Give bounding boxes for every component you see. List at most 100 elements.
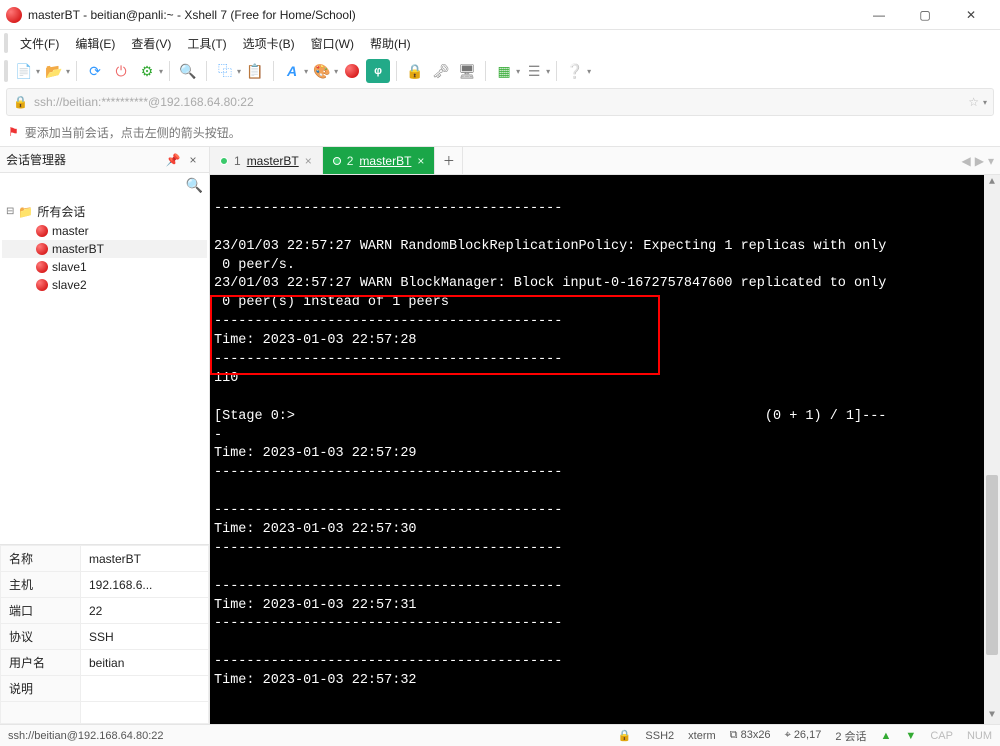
sidebar-title: 会话管理器 — [6, 151, 163, 168]
tab-2[interactable]: 2 masterBT × — [323, 147, 436, 174]
window-title: masterBT - beitian@panli:~ - Xshell 7 (F… — [28, 8, 856, 22]
collapse-icon[interactable]: ⊟ — [6, 206, 14, 217]
prop-row-user: 用户名beitian — [1, 650, 209, 676]
scrollbar-thumb[interactable] — [986, 475, 998, 655]
new-session-button[interactable]: 📄 — [12, 59, 36, 83]
separator — [76, 61, 77, 81]
menu-edit[interactable]: 编辑(E) — [67, 32, 123, 55]
session-item-slave1[interactable]: slave1 — [2, 258, 207, 276]
properties-button[interactable]: ⚙ — [135, 59, 159, 83]
nav-up-icon[interactable]: ▲ — [881, 730, 892, 742]
sidebar-close-button[interactable]: × — [183, 153, 203, 167]
chevron-down-icon[interactable]: ▾ — [304, 67, 308, 76]
tab-label: masterBT — [247, 154, 299, 168]
flag-icon: ⚑ — [8, 125, 19, 139]
status-cursor: 26,17 — [794, 729, 822, 741]
layout1-button[interactable]: ▦ — [492, 59, 516, 83]
minimize-button[interactable]: — — [856, 0, 902, 30]
bookmark-button[interactable]: ☆ — [968, 95, 979, 109]
separator — [396, 61, 397, 81]
chevron-down-icon[interactable]: ▾ — [334, 67, 338, 76]
chevron-down-icon[interactable]: ▾ — [516, 67, 520, 76]
lock-button[interactable]: 🔒 — [403, 59, 427, 83]
hosts-button[interactable]: 🖥 — [455, 59, 479, 83]
maximize-button[interactable]: ▢ — [902, 0, 948, 30]
prop-value: SSH — [81, 624, 209, 650]
disconnect-button[interactable]: ⏻ — [109, 59, 133, 83]
session-item-master[interactable]: master — [2, 222, 207, 240]
menu-window[interactable]: 窗口(W) — [303, 32, 362, 55]
menu-tab[interactable]: 选项卡(B) — [235, 32, 303, 55]
prop-key: 协议 — [1, 624, 81, 650]
tab-prev-button[interactable]: ◀ — [962, 154, 971, 168]
close-button[interactable]: ✕ — [948, 0, 994, 30]
sidebar-header: 会话管理器 📌 × — [0, 147, 209, 173]
session-icon — [36, 261, 48, 273]
session-item-slave2[interactable]: slave2 — [2, 276, 207, 294]
tab-1[interactable]: 1 masterBT × — [210, 147, 323, 174]
separator — [206, 61, 207, 81]
status-bar: ssh://beitian@192.168.64.80:22 🔒 SSH2 xt… — [0, 724, 1000, 746]
reconnect-button[interactable]: ⟳ — [83, 59, 107, 83]
grip-icon — [4, 60, 8, 82]
tab-bar: 1 masterBT × 2 masterBT × ＋ ◀ ▶ ▾ — [210, 147, 1000, 175]
nav-down-icon[interactable]: ▼ — [905, 730, 916, 742]
session-icon — [36, 243, 48, 255]
scroll-up-icon[interactable]: ▲ — [984, 175, 1000, 191]
folder-icon: 📁 — [18, 205, 33, 219]
status-dot-icon — [220, 157, 228, 165]
prop-key: 用户名 — [1, 650, 81, 676]
tab-list-button[interactable]: ▾ — [988, 154, 994, 168]
lock-icon: 🔒 — [13, 95, 28, 109]
grip-icon — [4, 33, 8, 53]
scroll-down-icon[interactable]: ▼ — [984, 708, 1000, 724]
scrollbar-vertical[interactable]: ▲ ▼ — [984, 175, 1000, 724]
chevron-down-icon[interactable]: ▾ — [237, 67, 241, 76]
keys-button[interactable]: 🗝 — [429, 59, 453, 83]
xshell-icon[interactable] — [340, 59, 364, 83]
status-term: xterm — [688, 730, 716, 742]
find-button[interactable]: 🔍 — [176, 59, 200, 83]
prop-key: 说明 — [1, 676, 81, 702]
address-input[interactable]: ssh://beitian:**********@192.168.64.80:2… — [34, 95, 962, 109]
hint-row: ⚑ 要添加当前会话，点击左侧的箭头按钮。 — [0, 118, 1000, 146]
close-icon: ✕ — [966, 8, 976, 22]
chevron-down-icon[interactable]: ▾ — [546, 67, 550, 76]
chevron-down-icon[interactable]: ▾ — [66, 67, 70, 76]
session-tree: ⊟ 📁 所有会话 master masterBT slave1 slave2 — [0, 197, 209, 544]
tab-close-button[interactable]: × — [417, 154, 424, 168]
chevron-down-icon[interactable]: ▾ — [159, 67, 163, 76]
menu-view[interactable]: 查看(V) — [123, 32, 179, 55]
color-button[interactable]: 🎨 — [310, 59, 334, 83]
new-tab-button[interactable]: ＋ — [435, 147, 463, 174]
chevron-down-icon[interactable]: ▾ — [587, 67, 591, 76]
tab-next-button[interactable]: ▶ — [975, 154, 984, 168]
search-icon[interactable]: 🔍 — [186, 177, 203, 194]
session-item-masterbt[interactable]: masterBT — [2, 240, 207, 258]
status-size: 83x26 — [741, 729, 771, 741]
sidebar: 会话管理器 📌 × 🔍 ⊟ 📁 所有会话 master masterBT — [0, 147, 210, 724]
title-bar: masterBT - beitian@panli:~ - Xshell 7 (F… — [0, 0, 1000, 30]
prop-row-name: 名称masterBT — [1, 546, 209, 572]
layout2-button[interactable]: ☰ — [522, 59, 546, 83]
cursor-icon: ⌖ — [785, 729, 794, 741]
tree-root[interactable]: ⊟ 📁 所有会话 — [2, 201, 207, 222]
menu-tools[interactable]: 工具(T) — [179, 32, 234, 55]
terminal[interactable]: ----------------------------------------… — [210, 175, 1000, 724]
session-label: slave1 — [52, 260, 87, 274]
search-row: 🔍 — [0, 173, 209, 197]
xftp-icon[interactable]: φ — [366, 59, 390, 83]
copy-button[interactable]: ⿻ — [213, 59, 237, 83]
chevron-down-icon[interactable]: ▾ — [983, 98, 987, 107]
paste-button[interactable]: 📋 — [243, 59, 267, 83]
maximize-icon: ▢ — [919, 8, 930, 22]
chevron-down-icon[interactable]: ▾ — [36, 67, 40, 76]
font-button[interactable]: A — [280, 59, 304, 83]
pin-button[interactable]: 📌 — [163, 153, 183, 167]
open-button[interactable]: 📂 — [42, 59, 66, 83]
menu-file[interactable]: 文件(F) — [12, 32, 67, 55]
help-button[interactable]: ❔ — [563, 59, 587, 83]
prop-row-protocol: 协议SSH — [1, 624, 209, 650]
menu-help[interactable]: 帮助(H) — [362, 32, 419, 55]
tab-close-button[interactable]: × — [305, 154, 312, 168]
